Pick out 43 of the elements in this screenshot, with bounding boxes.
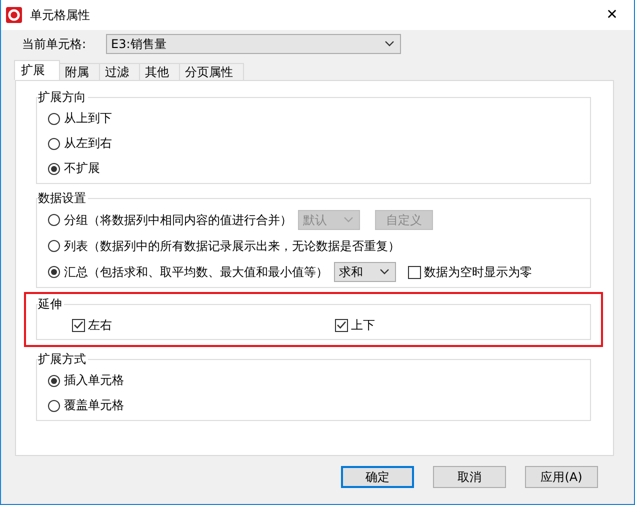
option-label: 从左到右 — [64, 135, 112, 152]
checkbox[interactable] — [335, 318, 348, 332]
checkbox-label: 数据为空时显示为零 — [424, 264, 532, 280]
radio-button[interactable] — [48, 400, 60, 412]
option-label: 覆盖单元格 — [64, 397, 124, 414]
caret-icon — [344, 217, 353, 223]
group-title: 扩展方向 — [38, 89, 87, 106]
checkbox-label: 上下 — [351, 316, 375, 334]
dialog-button[interactable]: 取消 — [433, 466, 506, 488]
radio-button[interactable] — [48, 138, 60, 150]
group-title: 延伸 — [38, 296, 63, 313]
cell-dropdown[interactable]: E3:销售量 — [106, 34, 401, 54]
radio-button[interactable] — [48, 240, 60, 252]
radio-button[interactable] — [48, 374, 60, 386]
dialog-button[interactable]: 应用(A) — [525, 466, 598, 488]
tab[interactable]: 其他 — [139, 63, 180, 80]
checkbox[interactable] — [408, 266, 421, 278]
dropdown[interactable]: 求和 — [334, 262, 396, 282]
dialog-button[interactable]: 确定 — [341, 466, 414, 488]
radio-button[interactable] — [48, 112, 60, 124]
close-button[interactable]: ✕ — [590, 7, 634, 23]
checkbox-label: 左右 — [88, 316, 112, 334]
field-label: 当前单元格: — [22, 36, 88, 52]
window-title: 单元格属性 — [30, 6, 90, 24]
option-label: 汇总（包括求和、取平均数、最大值和最小值等） — [64, 264, 328, 280]
caret-icon — [385, 41, 394, 47]
tab[interactable]: 分页属性 — [179, 63, 244, 80]
option-label: 从上到下 — [64, 110, 112, 127]
option-label: 插入单元格 — [64, 372, 124, 389]
tab[interactable]: 扩展 — [14, 60, 60, 80]
group-title: 数据设置 — [38, 190, 87, 207]
option-label: 不扩展 — [64, 160, 100, 177]
radio-button[interactable] — [48, 266, 60, 278]
option-label: 分组（将数据列中相同内容的值进行合并） — [64, 212, 292, 228]
app-logo-icon — [6, 7, 22, 23]
tab[interactable]: 过滤 — [99, 63, 140, 80]
radio-button[interactable] — [48, 162, 60, 174]
group-title: 扩展方式 — [38, 351, 87, 368]
tab[interactable]: 附属 — [59, 63, 100, 80]
caret-icon — [380, 269, 389, 275]
option-label: 列表（数据列中的所有数据记录展示出来，无论数据是否重复） — [64, 238, 400, 254]
radio-button[interactable] — [48, 214, 60, 226]
checkbox[interactable] — [72, 318, 85, 332]
